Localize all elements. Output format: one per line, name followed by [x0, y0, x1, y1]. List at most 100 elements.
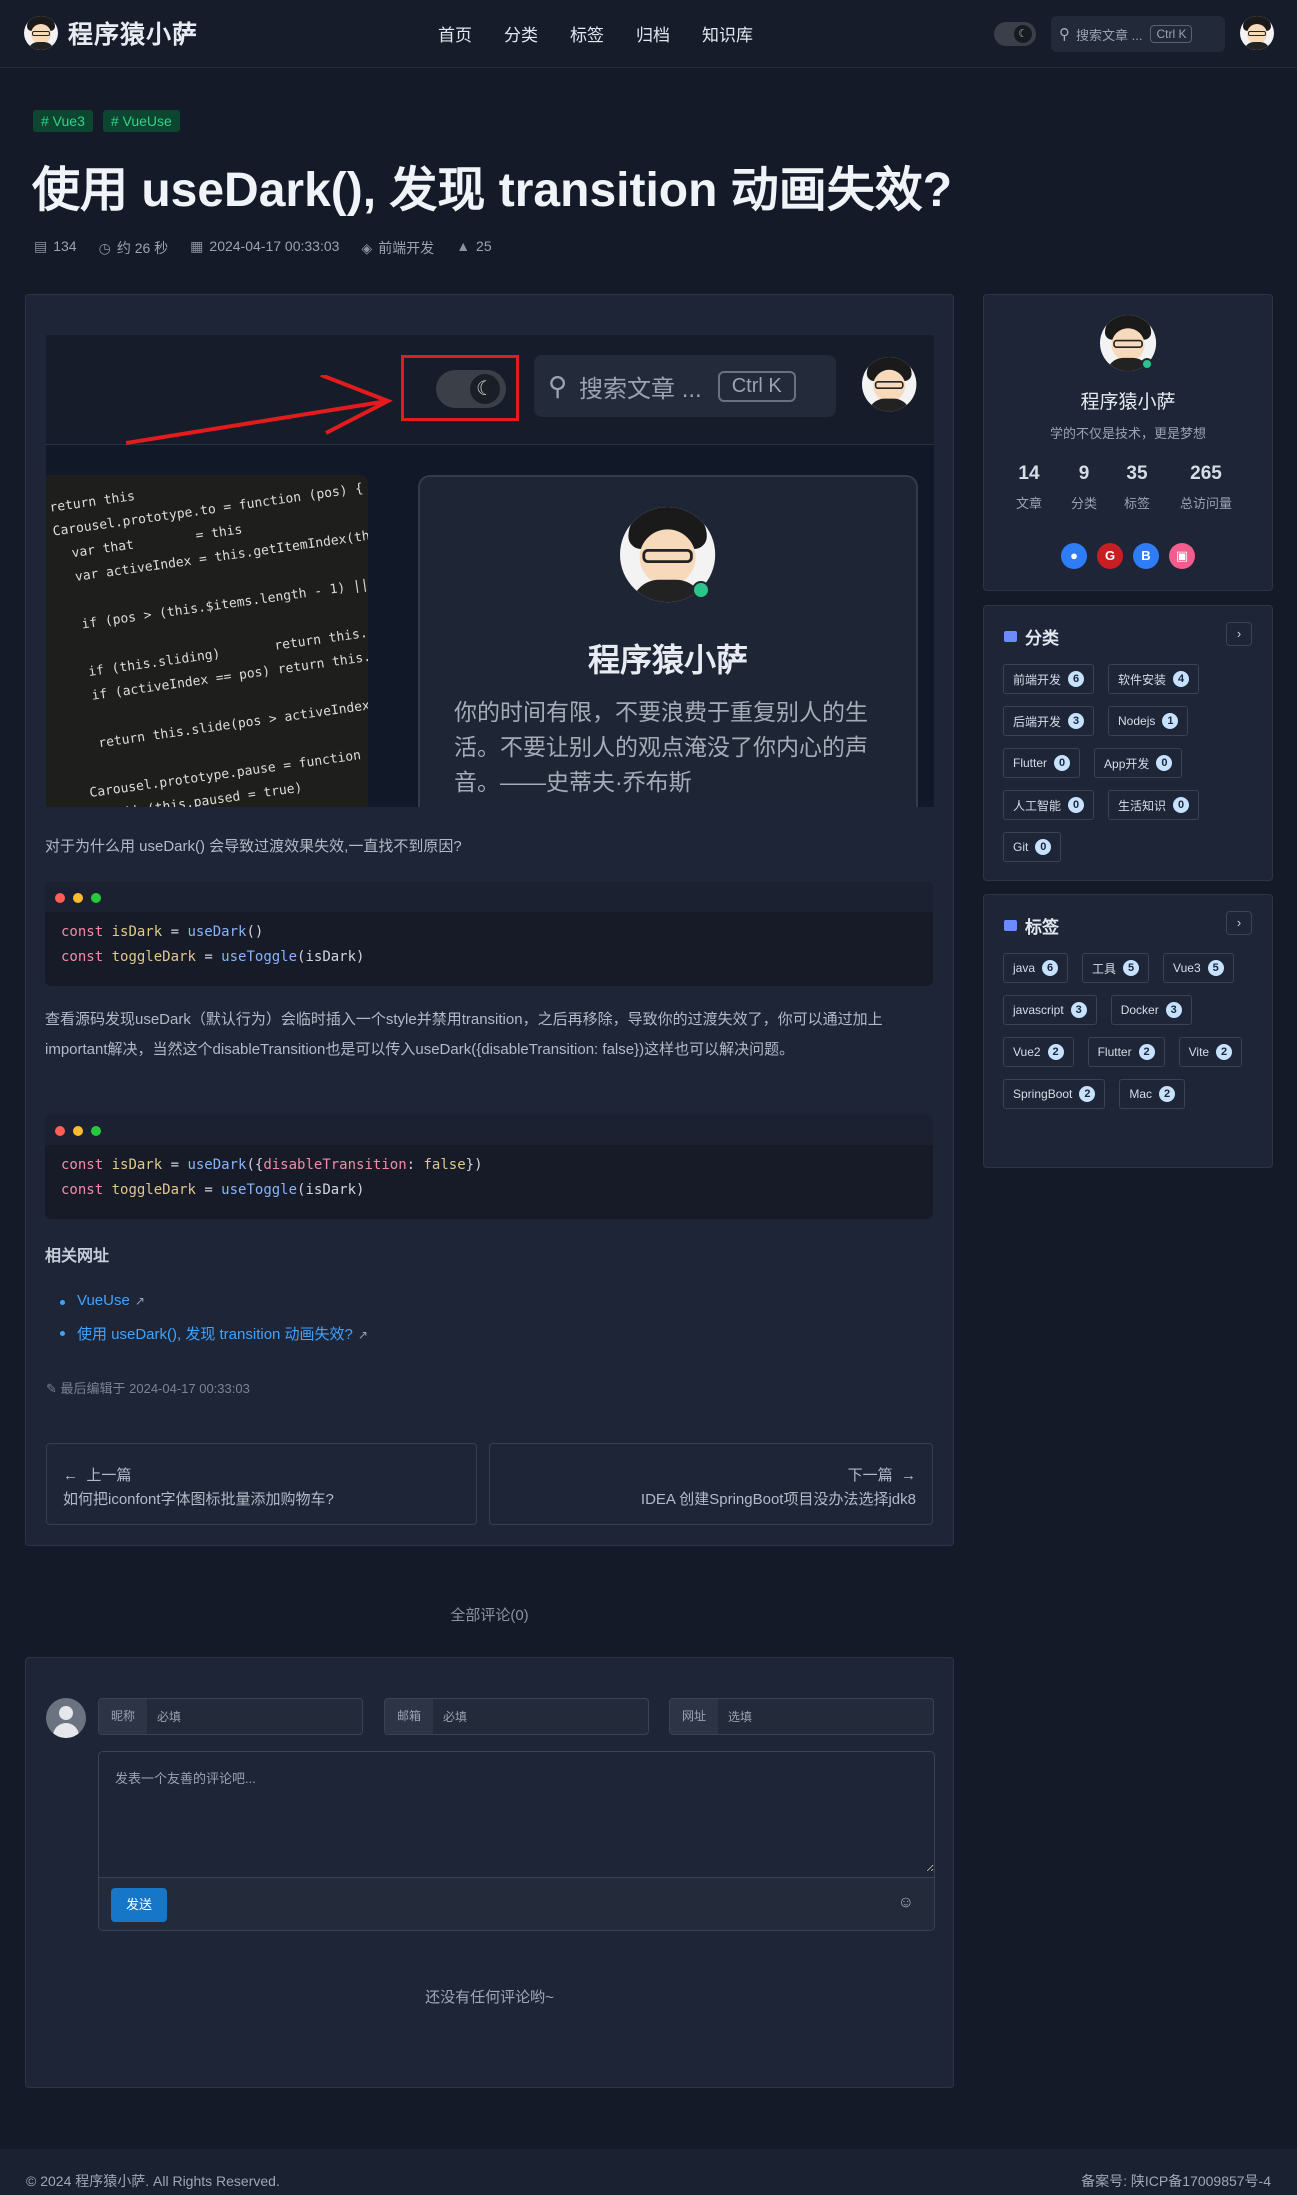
menu-item-tags[interactable]: 标签 — [570, 21, 604, 46]
tag-chip[interactable]: Mac 2 — [1119, 1079, 1186, 1109]
related-link-article[interactable]: 使用 useDark(), 发现 transition 动画失效? ↗ — [60, 1323, 368, 1344]
logo-avatar — [24, 16, 58, 50]
category-chip[interactable]: 人工智能 0 — [1003, 790, 1095, 820]
arrow-right-icon: → — [901, 1467, 916, 1484]
copyright: © 2024 程序猿小萨. All Rights Reserved. — [26, 2173, 280, 2189]
post-tags: # Vue3 # VueUse — [33, 110, 180, 132]
hero-profile-name: 程序猿小萨 — [587, 642, 748, 678]
nickname-input[interactable] — [147, 1699, 362, 1734]
online-dot — [1141, 358, 1153, 370]
website-input[interactable] — [718, 1699, 933, 1734]
tag-chip[interactable]: Vue3 5 — [1163, 953, 1234, 983]
hero-avatar — [862, 357, 917, 418]
categories-more-button[interactable]: › — [1226, 622, 1252, 646]
related-links: VueUse ↗ 使用 useDark(), 发现 transition 动画失效… — [60, 1292, 368, 1358]
intro-paragraph: 对于为什么用 useDark() 会导致过渡效果失效,一直找不到原因? — [45, 838, 462, 855]
tags-card: 标签 › java 6 工具 5 Vue3 5 javascript 3 Docker 3… — [983, 894, 1273, 1168]
category-chip[interactable]: 生活知识 0 — [1108, 790, 1200, 820]
stat-categories[interactable]: 9 分类 — [1070, 463, 1098, 512]
category-chip[interactable]: 后端开发 3 — [1003, 706, 1095, 736]
top-nav: 程序猿小萨 首页 分类 标签 归档 知识库 ☾ ⚲ 搜索文章 ... Ctrl … — [0, 0, 1297, 68]
tag-chip[interactable]: 工具 5 — [1082, 953, 1150, 983]
site-name[interactable]: 程序猿小萨 — [68, 15, 198, 51]
tag-chip[interactable]: javascript 3 — [1003, 995, 1097, 1025]
search-shortcut: Ctrl K — [1150, 25, 1193, 43]
profile-card: 程序猿小萨 学的不仅是技术，更是梦想 14 文章 9 分类 35 标签 265 总访问量… — [983, 294, 1273, 591]
hero-code-text: return this Carousel.prototype.to = func… — [48, 481, 368, 807]
code-2: const isDark = useDark({disableTransitio… — [61, 1157, 483, 1198]
hero-profile-quote: 你的时间有限，不要浪费于重复别人的生活。不要让别人的观点淹没了你内心的声音。——… — [454, 699, 868, 795]
tag-chip[interactable]: Flutter 2 — [1087, 1037, 1165, 1067]
category-chip[interactable]: Flutter 0 — [1003, 748, 1081, 778]
tag-chip[interactable]: Docker 3 — [1110, 995, 1192, 1025]
blog-icon[interactable]: B — [1133, 543, 1159, 569]
categories-card: 分类 › 前端开发 6 软件安装 4 后端开发 3 Nodejs 1 Flutter 0 … — [983, 605, 1273, 881]
user-avatar[interactable] — [1240, 16, 1274, 54]
moon-icon: ☾ — [1014, 25, 1032, 43]
post-category[interactable]: ◈ 前端开发 — [361, 238, 434, 258]
hero-code-screenshot: return this Carousel.prototype.to = func… — [46, 475, 368, 807]
tag-chip[interactable]: SpringBoot 2 — [1003, 1079, 1106, 1109]
tag-chip[interactable]: Vite 2 — [1178, 1037, 1243, 1067]
email-field[interactable]: 邮箱 — [384, 1698, 649, 1735]
tag-chip[interactable]: java 6 — [1003, 953, 1069, 983]
bilibili-icon[interactable]: ▣ — [1169, 543, 1195, 569]
search-button[interactable]: ⚲ 搜索文章 ... Ctrl K — [1051, 16, 1225, 52]
publish-date: ▦ 2024-04-17 00:33:03 — [190, 238, 340, 254]
comment-editor: 发送 ☺ — [98, 1751, 935, 1931]
red-arrow-icon — [126, 375, 393, 445]
arrow-left-icon: ← — [63, 1467, 78, 1484]
comment-textarea[interactable] — [99, 1752, 934, 1872]
related-heading: 相关网址 — [45, 1248, 110, 1265]
window-dots — [45, 882, 933, 912]
hero-search: ⚲ 搜索文章 ... Ctrl K — [534, 355, 836, 417]
category-chip[interactable]: 软件安装 4 — [1108, 664, 1200, 694]
send-button[interactable]: 发送 — [111, 1888, 167, 1922]
prev-post-link[interactable]: ← 上一篇 如何把iconfont字体图标批量添加购物车? — [46, 1443, 477, 1525]
category-chip[interactable]: 前端开发 6 — [1003, 664, 1095, 694]
fire-icon: ▲ — [456, 238, 471, 254]
post-title: 使用 useDark(), 发现 transition 动画失效? — [32, 164, 953, 217]
default-avatar-icon — [46, 1698, 86, 1738]
next-post-link[interactable]: 下一篇 → IDEA 创建SpringBoot项目没办法选择jdk8 — [489, 1443, 933, 1525]
comment-box: 昵称 邮箱 网址 发送 ☺ 还没有任何评论哟~ — [25, 1657, 954, 2088]
website-field[interactable]: 网址 — [669, 1698, 934, 1735]
dark-mode-toggle[interactable]: ☾ — [994, 22, 1036, 46]
tag-vueuse[interactable]: # VueUse — [102, 110, 180, 132]
emoji-icon[interactable]: ☺ — [898, 1894, 914, 1912]
code-block-2: const isDark = useDark({disableTransitio… — [45, 1115, 933, 1219]
menu-item-categories[interactable]: 分类 — [504, 21, 538, 46]
site-logo[interactable]: 程序猿小萨 — [24, 15, 198, 51]
category-chip[interactable]: App开发 0 — [1094, 748, 1183, 778]
icp-record[interactable]: 备案号: 陕ICP备17009857号-4 — [1081, 2171, 1271, 2191]
search-icon: ⚲ — [1059, 26, 1070, 43]
comment-count: 全部评论(0) — [450, 1607, 529, 1624]
menu-item-home[interactable]: 首页 — [438, 21, 472, 46]
menu-item-archive[interactable]: 归档 — [636, 21, 670, 46]
stat-tags[interactable]: 35 标签 — [1120, 463, 1154, 512]
tag-list: java 6 工具 5 Vue3 5 javascript 3 Docker 3 Vue2… — [1003, 953, 1263, 1109]
category-chip[interactable]: Nodejs 1 — [1108, 706, 1189, 736]
tag-chip[interactable]: Vue2 2 — [1003, 1037, 1074, 1067]
github-icon[interactable]: ● — [1061, 543, 1087, 569]
gitee-icon[interactable]: G — [1097, 543, 1123, 569]
hero-profile-card: 程序猿小萨 你的时间有限，不要浪费于重复别人的生活。不要让别人的观点淹没了你内心… — [418, 475, 918, 807]
nickname-field[interactable]: 昵称 — [98, 1698, 363, 1735]
profile-motto: 学的不仅是技术，更是梦想 — [1049, 426, 1206, 441]
tag-vue3[interactable]: # Vue3 — [33, 110, 93, 132]
stat-visits: 265 总访问量 — [1179, 463, 1232, 511]
last-edited: ✎ 最后编辑于 2024-04-17 00:33:03 — [46, 1381, 250, 1396]
external-link-icon: ↗ — [134, 1294, 145, 1308]
prev-post-title: 如何把iconfont字体图标批量添加购物车? — [63, 1491, 334, 1508]
tags-heading: 标签 — [1004, 913, 1059, 938]
category-list: 前端开发 6 软件安装 4 后端开发 3 Nodejs 1 Flutter 0 App开发… — [1003, 664, 1263, 862]
social-links: ● G B ▣ — [1061, 543, 1195, 569]
tags-more-button[interactable]: › — [1226, 911, 1252, 935]
stat-articles[interactable]: 14 文章 — [1010, 463, 1048, 512]
article-hero-image: ☾ ⚲ 搜索文章 ... Ctrl K return this Carousel… — [46, 335, 934, 807]
related-link-vueuse[interactable]: VueUse ↗ — [60, 1292, 368, 1309]
category-chip[interactable]: Git 0 — [1003, 832, 1062, 862]
email-input[interactable] — [433, 1699, 648, 1734]
menu-item-knowledge[interactable]: 知识库 — [702, 21, 753, 46]
comment-toolbar: 发送 ☺ — [99, 1877, 934, 1930]
